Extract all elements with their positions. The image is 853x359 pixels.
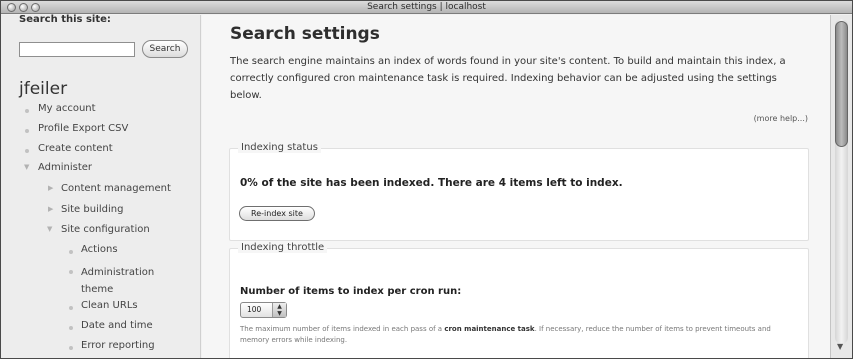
scrollbar-thumb[interactable]: [835, 21, 848, 147]
nav-item-site-configuration[interactable]: Site configuration: [61, 224, 150, 235]
nav-item-create-content[interactable]: Create content: [38, 143, 113, 154]
window-title: Search settings | localhost: [367, 2, 486, 12]
items-per-cron-select[interactable]: 100 ▲ ▼: [240, 302, 287, 318]
main-content: Search settings The search engine mainta…: [202, 15, 830, 358]
indexing-status-message: 0% of the site has been indexed. There a…: [240, 177, 623, 189]
bullet-icon: [69, 250, 73, 254]
nav-item-profile-export-csv[interactable]: Profile Export CSV: [38, 123, 128, 134]
field-description: The maximum number of items indexed in e…: [240, 324, 800, 346]
nav-item-my-account[interactable]: My account: [38, 103, 96, 114]
description-text-before: The maximum number of items indexed in e…: [240, 325, 445, 333]
scroll-down-arrow-icon[interactable]: ▼: [837, 342, 843, 351]
search-label: Search this site:: [19, 14, 111, 25]
chevron-down-icon: ▼: [47, 225, 53, 233]
more-help-link[interactable]: (more help...): [754, 114, 808, 123]
window-titlebar: Search settings | localhost: [1, 1, 852, 14]
cron-maintenance-task-link[interactable]: cron maintenance task: [444, 325, 534, 333]
sidebar: Search this site: Search jfeiler My acco…: [1, 14, 201, 358]
select-value: 100: [247, 305, 262, 314]
search-input[interactable]: [19, 42, 135, 57]
page-title: Search settings: [230, 24, 380, 44]
chevron-right-icon: ▶: [48, 184, 54, 192]
bullet-icon: [69, 346, 73, 350]
reindex-site-button[interactable]: Re-index site: [239, 206, 315, 221]
intro-text: The search engine maintains an index of …: [230, 56, 786, 101]
nav-item-site-building[interactable]: Site building: [61, 204, 123, 215]
nav-item-date-and-time[interactable]: Date and time: [81, 320, 153, 331]
nav-item-administration-theme[interactable]: Administration theme: [81, 264, 166, 298]
bullet-icon: [25, 129, 29, 133]
browser-window: Search settings | localhost Search this …: [0, 0, 853, 359]
vertical-scrollbar[interactable]: ▼: [830, 15, 852, 358]
indexing-throttle-legend: Indexing throttle: [238, 242, 328, 253]
search-button[interactable]: Search: [142, 40, 188, 58]
indexing-status-fieldset: Indexing status 0% of the site has been …: [229, 142, 809, 241]
bullet-icon: [69, 326, 73, 330]
nav-item-content-management[interactable]: Content management: [61, 183, 171, 194]
user-name-heading: jfeiler: [19, 79, 68, 99]
nav-item-administer[interactable]: Administer: [38, 162, 92, 173]
nav-item-actions[interactable]: Actions: [81, 244, 118, 255]
nav-item-clean-urls[interactable]: Clean URLs: [81, 300, 138, 311]
chevron-down-icon: ▼: [24, 163, 30, 171]
updown-arrows-icon: ▲ ▼: [272, 303, 286, 317]
bullet-icon: [25, 149, 29, 153]
bullet-icon: [25, 109, 29, 113]
bullet-icon: [69, 306, 73, 310]
indexing-status-legend: Indexing status: [238, 142, 321, 153]
indexing-throttle-fieldset: Indexing throttle Number of items to ind…: [229, 242, 809, 358]
bullet-icon: [69, 270, 73, 274]
chevron-right-icon: ▶: [48, 205, 54, 213]
nav-item-error-reporting[interactable]: Error reporting: [81, 340, 155, 351]
items-per-cron-label: Number of items to index per cron run:: [240, 286, 462, 297]
